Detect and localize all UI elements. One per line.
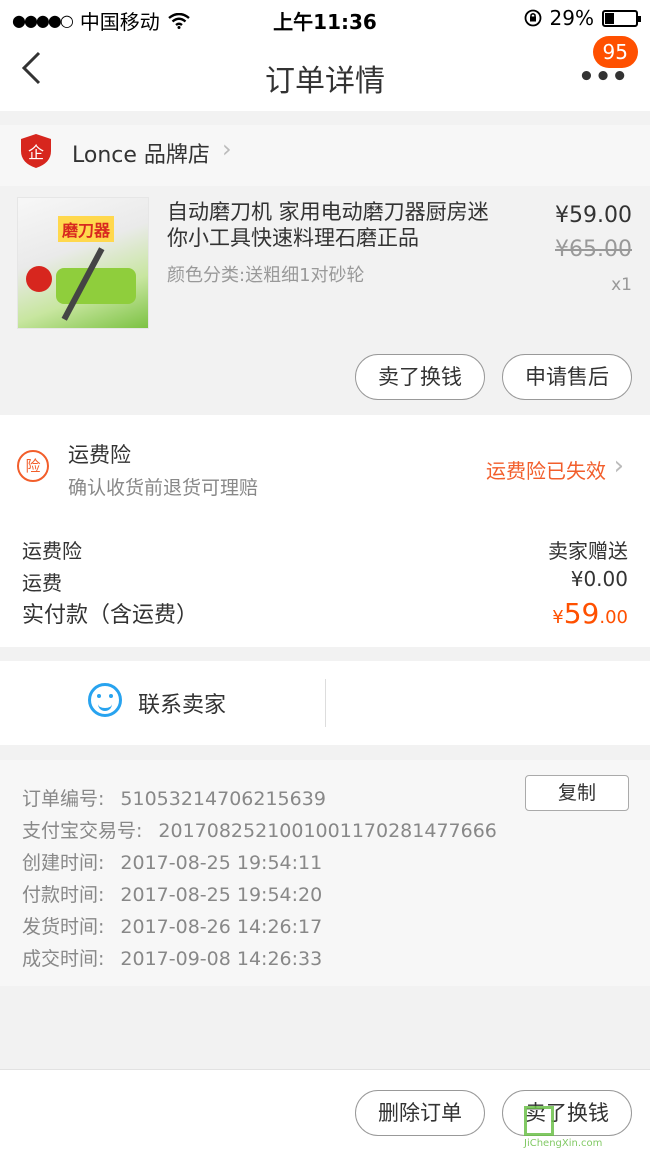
total-currency: ¥ (552, 607, 564, 628)
watermark-logo: JiChengXin.com (524, 1106, 644, 1150)
completed-time-label: 成交时间: (22, 948, 105, 970)
page-title: 订单详情 (265, 64, 385, 99)
fee-shipping-value: ¥0.00 (570, 567, 628, 591)
fee-insurance-label: 运费险 (22, 539, 82, 563)
fee-insurance-value: 卖家赠送 (548, 539, 628, 563)
after-sales-button[interactable]: 申请售后 (502, 354, 632, 400)
watermark-text: JiChengXin.com (524, 1138, 603, 1149)
completed-time-line: 成交时间: 2017-09-08 14:26:33 (22, 944, 322, 971)
insurance-icon: 险 (17, 450, 49, 482)
total-integer: 59 (563, 597, 600, 630)
created-time-value: 2017-08-25 19:54:11 (120, 852, 323, 874)
shipped-time-line: 发货时间: 2017-08-26 14:26:17 (22, 912, 322, 939)
fee-summary: 运费险 卖家赠送 运费 ¥0.00 实付款（含运费） ¥59.00 (0, 511, 650, 647)
fee-row-total: 实付款（含运费） ¥59.00 (22, 597, 628, 630)
contact-seller-button[interactable]: 联系卖家 (138, 687, 226, 719)
order-info: 复制 订单编号: 51053214706215639 支付宝交易号: 2017082… (0, 760, 650, 986)
insurance-status: 运费险已失效 (486, 459, 606, 483)
resell-button[interactable]: 卖了换钱 (355, 354, 485, 400)
contact-divider (325, 679, 326, 727)
shipped-time-label: 发货时间: (22, 916, 105, 938)
shop-logo-text: 企 (28, 143, 44, 162)
product-spec: 颜色分类:送粗细1对砂轮 (167, 265, 365, 286)
shop-row[interactable]: 企 Lonce 品牌店 › (0, 125, 650, 186)
product-title[interactable]: 自动磨刀机 家用电动磨刀器厨房迷你小工具快速料理石磨正品 (167, 199, 507, 251)
thumbnail-apple (26, 266, 52, 292)
product-thumbnail[interactable]: 磨刀器 (17, 197, 149, 329)
shipping-insurance-row[interactable]: 险 运费险 确认收货前退货可理赔 运费险已失效 › (0, 415, 650, 511)
order-number-line: 订单编号: 51053214706215639 (22, 784, 326, 811)
product-original-price: ¥65.00 (555, 237, 632, 262)
orientation-lock-icon (524, 9, 541, 27)
watermark-box (524, 1106, 554, 1136)
fee-shipping-label: 运费 (22, 571, 62, 595)
thumbnail-tag: 磨刀器 (58, 216, 115, 242)
insurance-subtitle: 确认收货前退货可理赔 (68, 477, 259, 499)
notification-badge: 95 (592, 36, 638, 68)
thumbnail-device (56, 268, 136, 304)
insurance-title: 运费险 (68, 443, 131, 467)
shop-name: Lonce 品牌店 (72, 143, 210, 168)
nav-bar: 订单详情 ••• 95 (0, 36, 650, 111)
shipped-time-value: 2017-08-26 14:26:17 (120, 916, 323, 938)
completed-time-value: 2017-09-08 14:26:33 (120, 948, 323, 970)
bottom-action-bar: 删除订单 卖了换钱 JiChengXin.com (0, 1069, 650, 1156)
chat-icon (88, 683, 122, 717)
total-label: 实付款（含运费） (22, 603, 199, 628)
paid-time-label: 付款时间: (22, 884, 105, 906)
contact-bar: 联系卖家 (0, 661, 650, 745)
alipay-number-value: 2017082521001001170281477666 (158, 820, 497, 842)
created-time-label: 创建时间: (22, 852, 105, 874)
order-number-label: 订单编号: (22, 788, 105, 810)
created-time-line: 创建时间: 2017-08-25 19:54:11 (22, 848, 322, 875)
fee-row-insurance: 运费险 卖家赠送 (22, 535, 628, 564)
product-quantity: x1 (611, 275, 632, 295)
total-decimal: .00 (599, 607, 628, 628)
shop-logo-icon: 企 (21, 134, 51, 168)
alipay-number-line: 支付宝交易号: 2017082521001001170281477666 (22, 816, 497, 843)
paid-time-value: 2017-08-25 19:54:20 (120, 884, 323, 906)
chevron-right-icon: › (222, 135, 232, 163)
chevron-right-icon: › (613, 451, 624, 481)
delete-order-button[interactable]: 删除订单 (355, 1090, 485, 1136)
copy-button[interactable]: 复制 (525, 775, 629, 811)
paid-time-line: 付款时间: 2017-08-25 19:54:20 (22, 880, 322, 907)
order-number-value: 51053214706215639 (120, 788, 326, 810)
battery-percent: 29% (549, 6, 594, 30)
status-right: 29% (524, 6, 641, 30)
battery-level (605, 12, 614, 24)
alipay-number-label: 支付宝交易号: (22, 820, 143, 842)
fee-row-shipping: 运费 ¥0.00 (22, 567, 628, 596)
product-section: 磨刀器 自动磨刀机 家用电动磨刀器厨房迷你小工具快速料理石磨正品 颜色分类:送粗… (0, 187, 650, 415)
battery-icon (602, 9, 641, 27)
product-price: ¥59.00 (555, 203, 632, 228)
total-value: ¥59.00 (552, 597, 628, 630)
status-bar: ●●●●○ 中国移动 上午11:36 29% (0, 0, 650, 36)
